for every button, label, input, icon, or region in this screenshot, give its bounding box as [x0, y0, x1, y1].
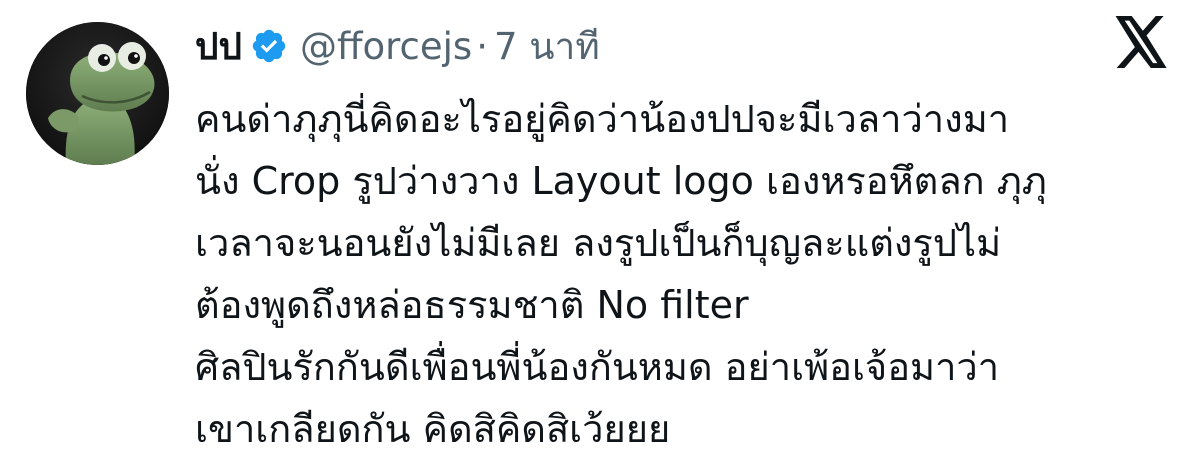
avatar[interactable]	[26, 22, 169, 165]
tweet-text-line: นั่ง Crop รูปว่างวาง Layout logo เองหรอห…	[195, 159, 1047, 203]
tweet-text-line: ต้องพูดถึงหล่อธรรมชาติ No filter	[195, 283, 749, 327]
tweet-text-line: ศิลปินรักกันดีเพื่อนพี่น้องกันหมด อย่าเพ…	[195, 345, 1000, 389]
x-logo-icon[interactable]	[1112, 16, 1170, 68]
separator-dot: ·	[476, 24, 488, 68]
tweet-header: ปป @fforcejs · 7 นาที	[195, 20, 600, 72]
user-handle[interactable]: @fforcejs	[300, 25, 472, 68]
display-name[interactable]: ปป	[195, 17, 242, 76]
frog-avatar-image	[26, 22, 169, 165]
tweet-text-line: คนด่าภุภุนี่คิดอะไรอยู่คิดว่าน้องปปจะมีเ…	[195, 97, 1010, 141]
verified-badge-icon	[252, 29, 286, 63]
tweet-card: ปป @fforcejs · 7 นาที คนด่าภุภุนี่คิดอะไ…	[0, 0, 1200, 475]
tweet-timestamp[interactable]: 7 นาที	[494, 17, 600, 76]
tweet-text: คนด่าภุภุนี่คิดอะไรอยู่คิดว่าน้องปปจะมีเ…	[195, 88, 1185, 460]
tweet-text-line: เขาเกลียดกัน คิดสิคิดสิเว้ยยย	[195, 407, 671, 451]
tweet-text-line: เวลาจะนอนยังไม่มีเลย ลงรูปเป็นก็บุญละแต่…	[195, 221, 1002, 265]
